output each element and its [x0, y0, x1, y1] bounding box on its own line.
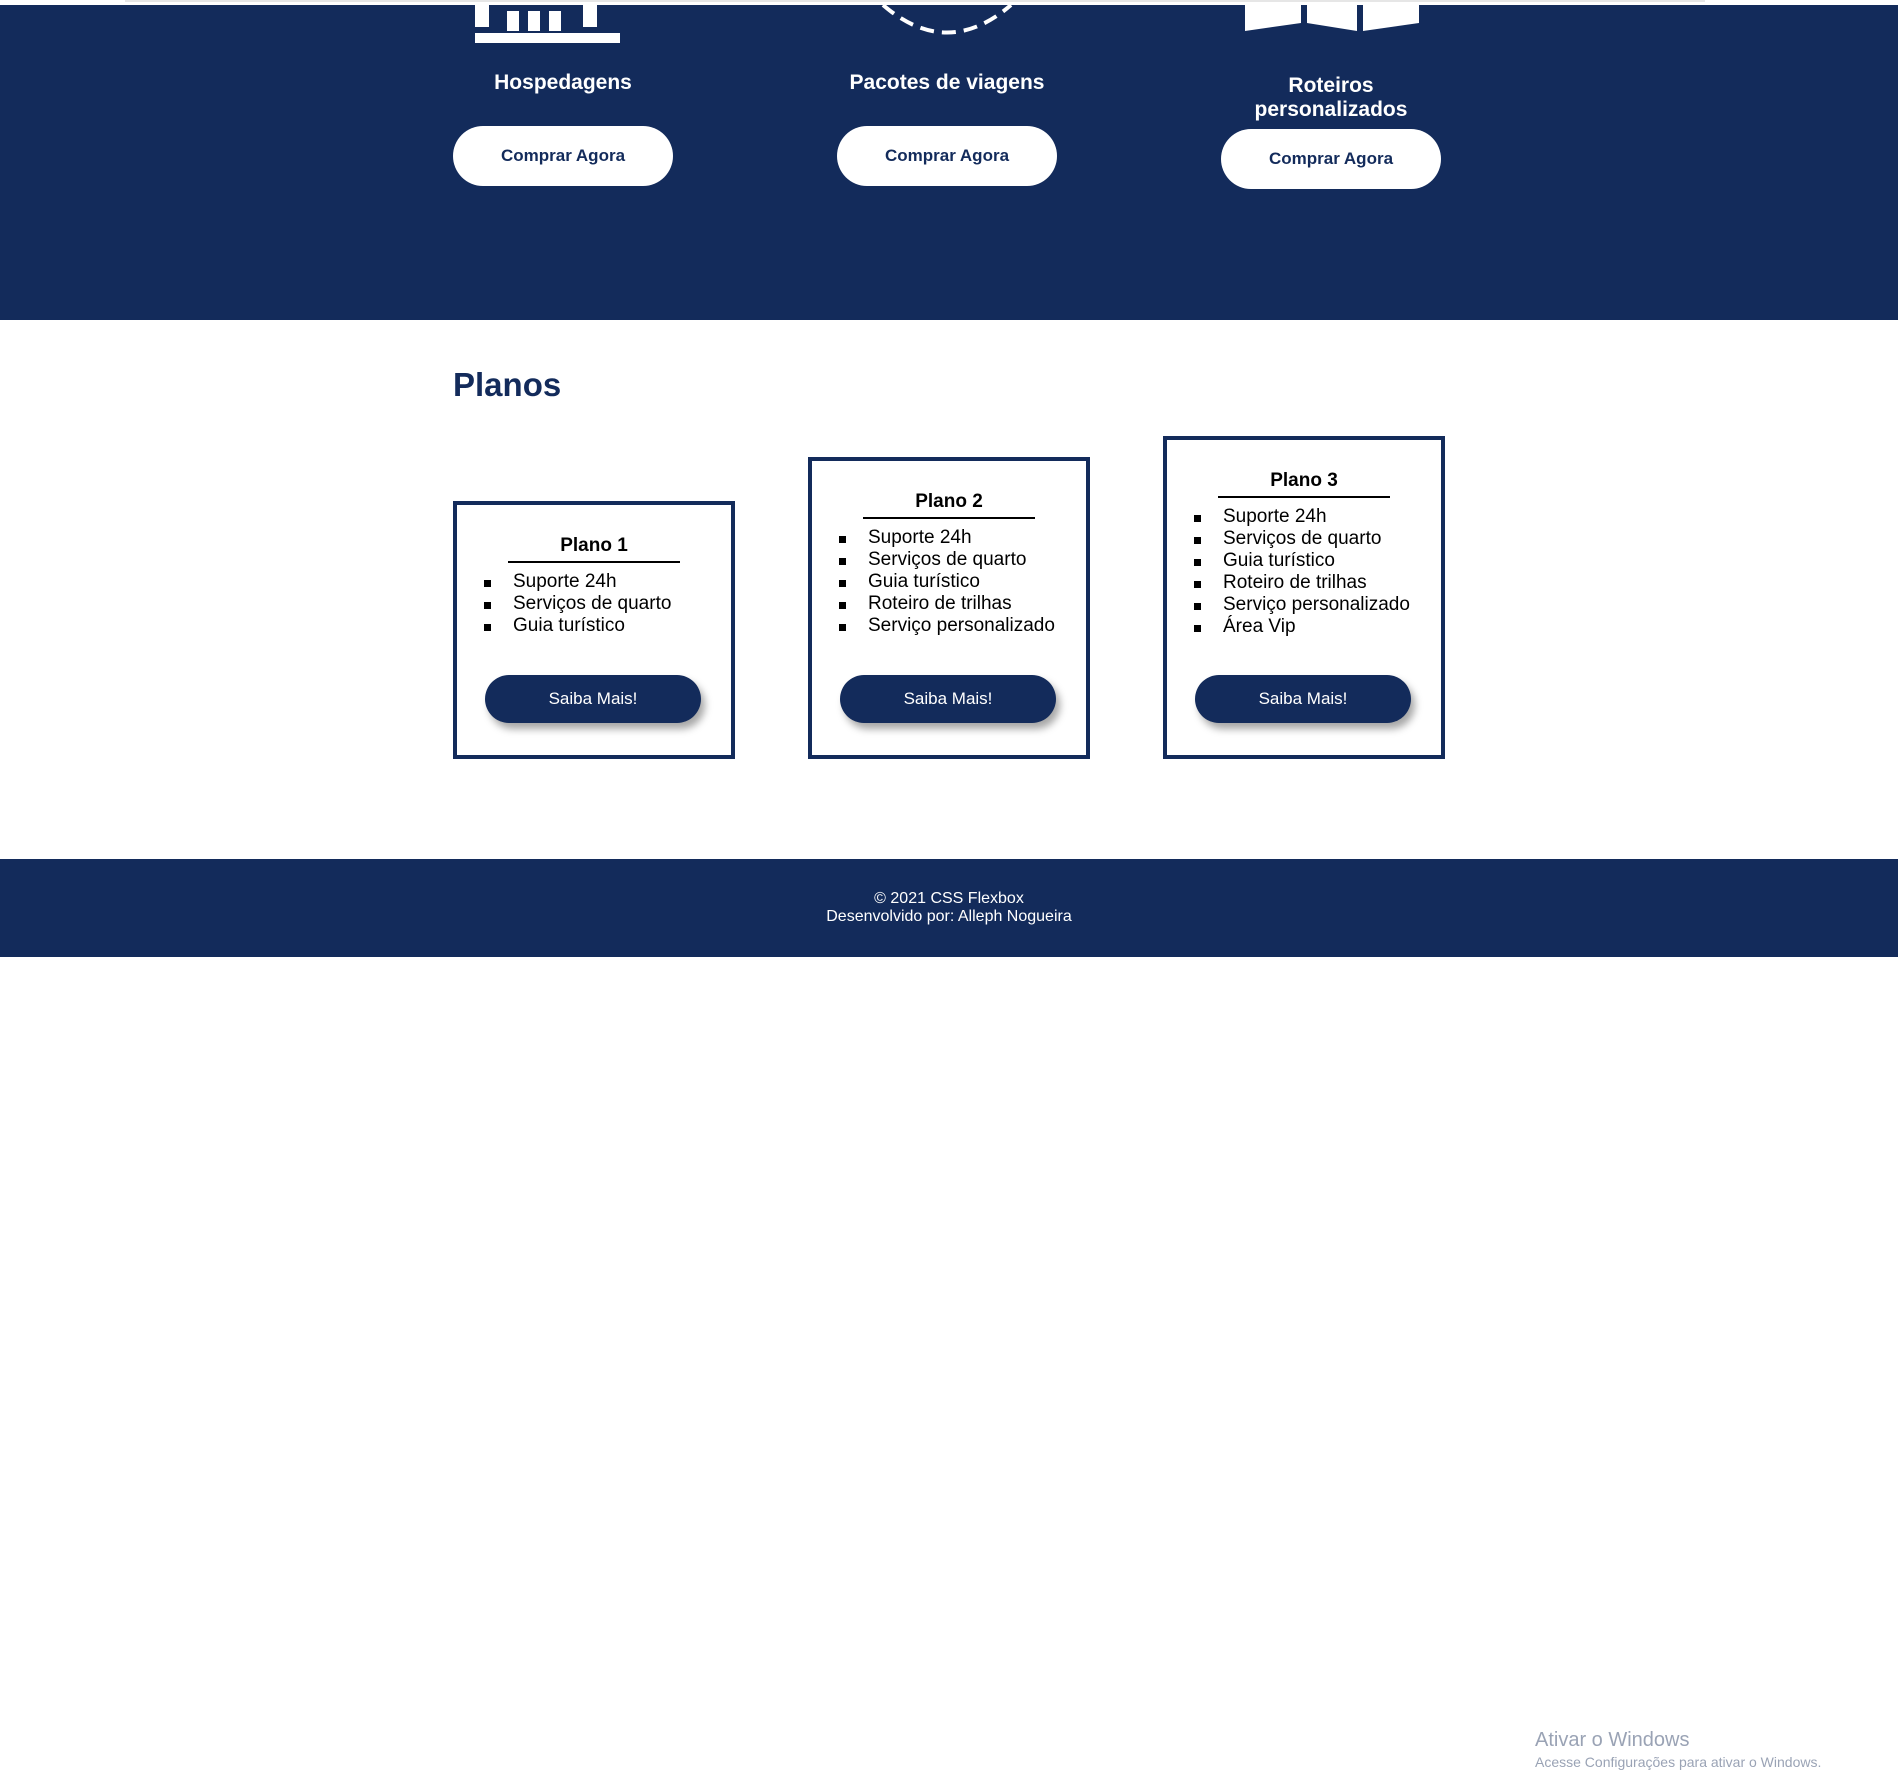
buy-now-button[interactable]: Comprar Agora	[453, 126, 673, 186]
list-item: Guia turístico	[484, 615, 731, 637]
building-icon	[453, 5, 673, 45]
buy-now-button[interactable]: Comprar Agora	[1221, 129, 1441, 189]
list-item: Suporte 24h	[1194, 506, 1441, 528]
list-item: Área Vip	[1194, 616, 1441, 638]
plan-features: Suporte 24h Serviços de quarto Guia turí…	[812, 527, 1086, 637]
map-icon	[1221, 5, 1441, 45]
plan-name: Plano 3	[1218, 470, 1390, 498]
service-title: Hospedagens	[494, 71, 632, 94]
plan-features: Suporte 24h Serviços de quarto Guia turí…	[1167, 506, 1441, 638]
service-card-pacotes: Pacotes de viagens Comprar Agora	[837, 3, 1057, 186]
footer-credits: Desenvolvido por: Alleph Nogueira	[826, 908, 1072, 925]
list-item: Roteiro de trilhas	[1194, 572, 1441, 594]
service-title: Pacotes de viagens	[849, 71, 1045, 94]
learn-more-button[interactable]: Saiba Mais!	[1195, 675, 1411, 723]
list-item: Guia turístico	[839, 571, 1086, 593]
windows-activation-watermark: Ativar o Windows Acesse Configurações pa…	[1535, 1729, 1821, 1770]
footer-copyright: © 2021 CSS Flexbox	[874, 890, 1024, 907]
list-item: Serviços de quarto	[839, 549, 1086, 571]
service-title: Roteiros personalizados	[1254, 74, 1408, 121]
plans-title: Planos	[453, 366, 562, 403]
list-item: Roteiro de trilhas	[839, 593, 1086, 615]
list-item: Suporte 24h	[484, 571, 731, 593]
plan-name: Plano 1	[508, 535, 680, 563]
watermark-subtitle: Acesse Configurações para ativar o Windo…	[1535, 1754, 1822, 1770]
plan-card-2: Plano 2 Suporte 24h Serviços de quarto G…	[808, 457, 1090, 759]
plan-card-1: Plano 1 Suporte 24h Serviços de quarto G…	[453, 501, 735, 759]
list-item: Serviços de quarto	[484, 593, 731, 615]
list-item: Suporte 24h	[839, 527, 1086, 549]
learn-more-button[interactable]: Saiba Mais!	[840, 675, 1056, 723]
list-item: Serviço personalizado	[839, 615, 1086, 637]
plan-card-3: Plano 3 Suporte 24h Serviços de quarto G…	[1163, 436, 1445, 759]
list-item: Serviço personalizado	[1194, 594, 1441, 616]
globe-icon	[837, 3, 1057, 45]
service-card-hospedagens: Hospedagens Comprar Agora	[453, 5, 673, 186]
plan-features: Suporte 24h Serviços de quarto Guia turí…	[457, 571, 731, 637]
list-item: Guia turístico	[1194, 550, 1441, 572]
services-section: Hospedagens Comprar Agora Pacotes de via…	[0, 3, 1898, 320]
watermark-title: Ativar o Windows	[1535, 1729, 1690, 1751]
plan-name: Plano 2	[863, 491, 1035, 519]
list-item: Serviços de quarto	[1194, 528, 1441, 550]
learn-more-button[interactable]: Saiba Mais!	[485, 675, 701, 723]
buy-now-button[interactable]: Comprar Agora	[837, 126, 1057, 186]
service-card-roteiros: Roteiros personalizados Comprar Agora	[1221, 5, 1441, 189]
footer: © 2021 CSS Flexbox Desenvolvido por: All…	[0, 859, 1898, 1770]
